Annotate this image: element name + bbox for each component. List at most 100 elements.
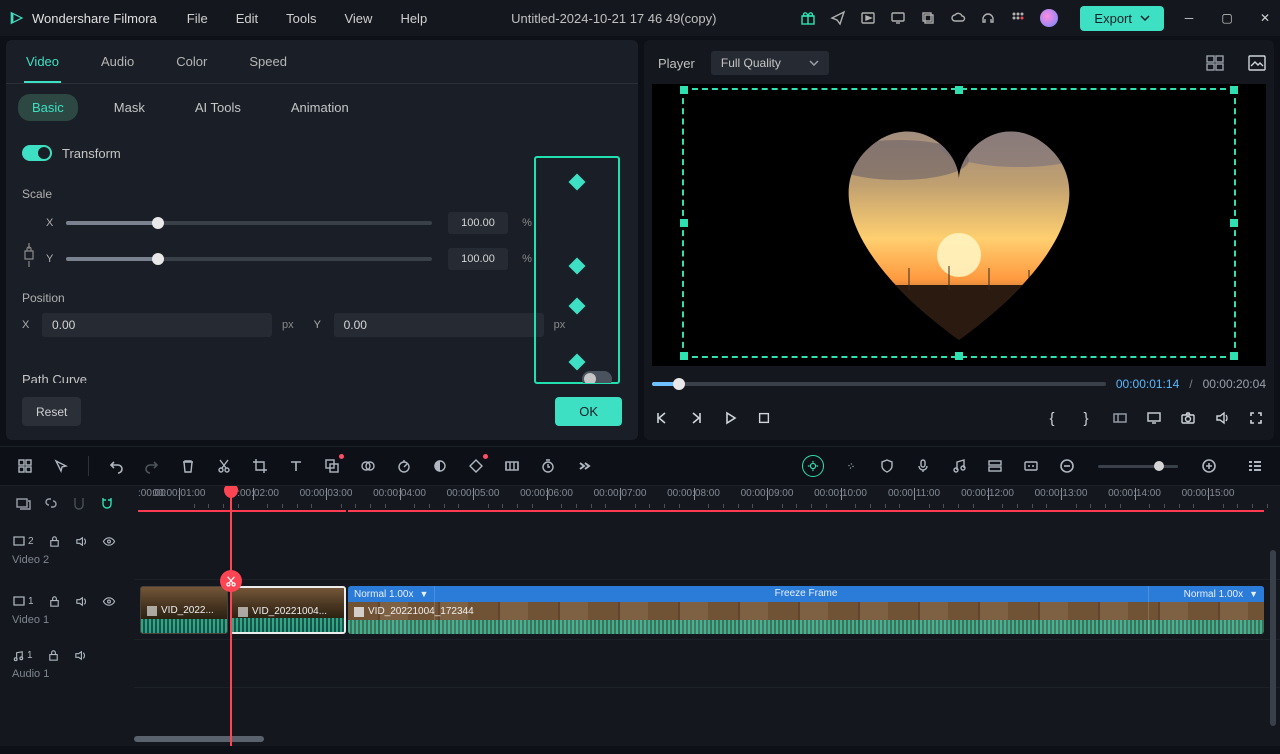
media-icon[interactable] [860, 10, 876, 26]
lane-audio1[interactable] [134, 640, 1280, 688]
keyframe-position[interactable] [569, 354, 586, 371]
mark-out-icon[interactable]: } [1076, 409, 1096, 427]
horizontal-scrollbar[interactable] [134, 736, 1268, 744]
snapshot-view-icon[interactable] [1248, 55, 1266, 71]
zoom-out-icon[interactable] [1058, 457, 1076, 475]
color-tool-icon[interactable] [431, 457, 449, 475]
user-avatar[interactable] [1040, 9, 1058, 27]
keyframe-transform[interactable] [569, 174, 586, 191]
cursor-tool-icon[interactable] [52, 457, 70, 475]
scale-y-input[interactable] [448, 248, 508, 270]
timer-icon[interactable] [539, 457, 557, 475]
clip-vid-a[interactable]: VID_2022... [140, 586, 228, 634]
keyframe-scale-x[interactable] [569, 258, 586, 275]
menu-help[interactable]: Help [400, 11, 427, 26]
scissor-playhead-icon[interactable] [220, 570, 242, 592]
snap-icon[interactable] [70, 494, 88, 512]
group-icon[interactable] [503, 457, 521, 475]
eye-icon[interactable] [102, 535, 116, 548]
close-button[interactable]: ✕ [1258, 11, 1272, 25]
selection-bounds[interactable] [682, 88, 1236, 358]
subtab-basic[interactable]: Basic [18, 94, 78, 121]
sparkle-icon[interactable] [842, 457, 860, 475]
quality-dropdown[interactable]: Full Quality [711, 51, 829, 75]
screen-icon[interactable] [890, 10, 906, 26]
menu-file[interactable]: File [187, 11, 208, 26]
tab-video[interactable]: Video [24, 42, 61, 83]
keyframe-tool-icon[interactable] [467, 457, 485, 475]
mute-icon[interactable] [75, 595, 88, 608]
menu-edit[interactable]: Edit [236, 11, 258, 26]
eye-icon[interactable] [102, 595, 116, 608]
tab-speed[interactable]: Speed [247, 42, 289, 81]
tab-audio[interactable]: Audio [99, 42, 136, 81]
ok-button[interactable]: OK [555, 397, 622, 426]
lock-icon[interactable] [48, 595, 61, 608]
headset-icon[interactable] [980, 10, 996, 26]
export-button[interactable]: Export [1080, 6, 1164, 31]
list-view-icon[interactable] [1246, 457, 1264, 475]
undo-icon[interactable] [107, 457, 125, 475]
subtab-mask[interactable]: Mask [100, 94, 159, 121]
ratio-icon[interactable] [1110, 409, 1130, 427]
scale-x-slider[interactable] [66, 221, 432, 225]
display-icon[interactable] [1144, 409, 1164, 427]
mic-icon[interactable] [914, 457, 932, 475]
path-curve-toggle[interactable] [582, 371, 612, 383]
maximize-button[interactable]: ▢ [1220, 11, 1234, 25]
lane-video2[interactable] [134, 520, 1280, 580]
lock-icon[interactable] [48, 535, 61, 548]
stop-icon[interactable] [754, 409, 774, 427]
scale-x-input[interactable] [448, 212, 508, 234]
lock-icon[interactable] [47, 649, 60, 662]
apps-icon[interactable] [1010, 10, 1026, 26]
mark-in-icon[interactable]: { [1042, 409, 1062, 427]
grid-tool-icon[interactable] [16, 457, 34, 475]
pos-y-input[interactable] [334, 313, 544, 337]
reset-button[interactable]: Reset [22, 397, 81, 426]
clip-vid-c[interactable]: Normal 1.00x ▼ Normal 1.00x ▼ Freeze Fra… [348, 586, 1264, 634]
timeline-body[interactable]: :00:00 00:00:01:0000:00:02:0000:00:03:00… [134, 486, 1280, 746]
fullscreen-icon[interactable] [1246, 409, 1266, 427]
volume-icon[interactable] [1212, 409, 1232, 427]
lock-ratio-icon[interactable] [22, 241, 36, 255]
tab-color[interactable]: Color [174, 42, 209, 81]
camera-icon[interactable] [1178, 409, 1198, 427]
text-icon[interactable] [287, 457, 305, 475]
zoom-in-icon[interactable] [1200, 457, 1218, 475]
send-icon[interactable] [830, 10, 846, 26]
layout-grid-icon[interactable] [1206, 55, 1224, 71]
scale-y-slider[interactable] [66, 257, 432, 261]
preview-viewport[interactable] [652, 84, 1266, 366]
effects-icon[interactable] [359, 457, 377, 475]
zoom-slider[interactable] [1098, 465, 1178, 468]
prev-frame-icon[interactable] [652, 409, 672, 427]
minimize-button[interactable]: ─ [1182, 11, 1196, 25]
menu-tools[interactable]: Tools [286, 11, 316, 26]
speed-tool-icon[interactable] [395, 457, 413, 475]
caption-icon[interactable] [1022, 457, 1040, 475]
playback-scrubber[interactable] [652, 382, 1106, 386]
menu-view[interactable]: View [344, 11, 372, 26]
transform-toggle[interactable] [22, 145, 52, 161]
next-frame-icon[interactable] [686, 409, 706, 427]
mute-icon[interactable] [74, 649, 87, 662]
subtab-animation[interactable]: Animation [277, 94, 363, 121]
time-ruler[interactable]: :00:00 00:00:01:0000:00:02:0000:00:03:00… [134, 486, 1280, 520]
subtab-aitools[interactable]: AI Tools [181, 94, 255, 121]
gift-icon[interactable] [800, 10, 816, 26]
more-tools-icon[interactable] [575, 457, 593, 475]
redo-icon[interactable] [143, 457, 161, 475]
delete-icon[interactable] [179, 457, 197, 475]
layers-icon[interactable] [920, 10, 936, 26]
track-icon[interactable] [986, 457, 1004, 475]
playhead[interactable] [230, 486, 232, 746]
mute-icon[interactable] [75, 535, 88, 548]
ai-badge-icon[interactable] [802, 455, 824, 477]
add-track-icon[interactable] [14, 494, 32, 512]
play-icon[interactable] [720, 409, 740, 427]
crop-icon[interactable] [251, 457, 269, 475]
clip-vid-b[interactable]: VID_20221004... [230, 586, 346, 634]
cloud-icon[interactable] [950, 10, 966, 26]
music-icon[interactable] [950, 457, 968, 475]
